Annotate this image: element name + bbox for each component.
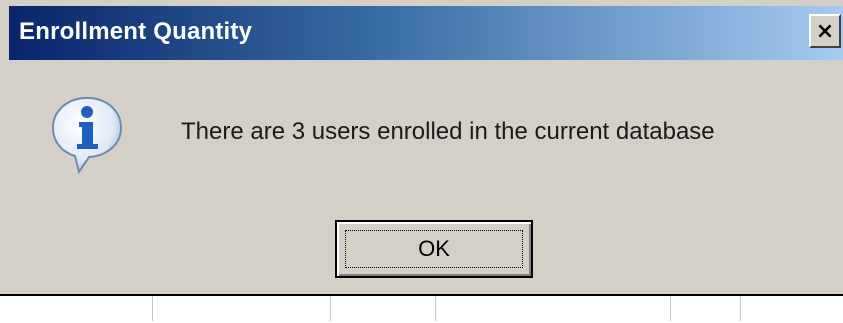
close-icon: × bbox=[815, 18, 835, 44]
column-divider bbox=[670, 296, 671, 321]
dialog-titlebar[interactable]: Enrollment Quantity × bbox=[9, 6, 843, 60]
background-table-strip bbox=[0, 294, 843, 323]
column-divider bbox=[152, 296, 153, 321]
ok-button[interactable]: OK bbox=[335, 220, 533, 278]
column-divider bbox=[740, 296, 741, 321]
dialog-message: There are 3 users enrolled in the curren… bbox=[181, 118, 715, 145]
message-dialog: Enrollment Quantity × There are 3 users … bbox=[9, 0, 843, 294]
column-divider bbox=[435, 296, 436, 321]
column-divider bbox=[330, 296, 331, 321]
focus-rect bbox=[345, 230, 523, 268]
info-icon bbox=[51, 96, 123, 175]
close-button[interactable]: × bbox=[809, 14, 841, 48]
dialog-title: Enrollment Quantity bbox=[19, 18, 253, 45]
